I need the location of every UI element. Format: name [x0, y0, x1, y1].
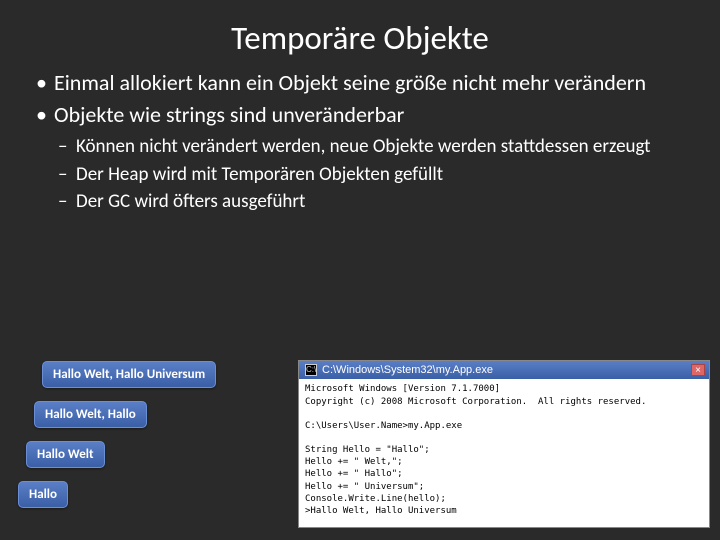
pill-hello-welt-hallo-universum: Hallo Welt, Hallo Universum — [42, 361, 216, 388]
subbullet-3: Der GC wird öfters ausgeführt — [58, 190, 684, 214]
console-line-5: Hello += " Welt,"; — [305, 457, 403, 467]
pill-hello-welt: Hallo Welt — [26, 441, 105, 468]
console-line-1: Microsoft Windows [Version 7.1.7000] — [305, 384, 500, 394]
bullet-2: Objekte wie strings sind unveränderbar K… — [36, 102, 684, 214]
close-icon[interactable]: × — [691, 364, 705, 376]
console-app-icon: C:\ — [305, 364, 317, 376]
console-line-3: C:\Users\User.Name>my.App.exe — [305, 421, 462, 431]
console-title-text: C:\Windows\System32\my.App.exe — [322, 364, 493, 376]
console-line-9: >Hallo Welt, Hallo Universum — [305, 506, 457, 516]
console-line-6: Hello += " Hallo"; — [305, 469, 403, 479]
slide-body: Einmal allokiert kann ein Objekt seine g… — [0, 70, 720, 214]
console-line-8: Console.Write.Line(hello); — [305, 494, 446, 504]
pill-hello-welt-hallo: Hallo Welt, Hallo — [34, 401, 147, 428]
lower-area: Hallo Welt, Hallo Universum Hallo Welt, … — [0, 328, 720, 528]
bullet-2-text: Objekte wie strings sind unveränderbar — [54, 101, 404, 128]
pill-hello: Hallo — [18, 481, 68, 508]
console-line-4: String Hello = "Hallo"; — [305, 445, 430, 455]
subbullet-1: Können nicht verändert werden, neue Obje… — [58, 135, 684, 159]
console-line-7: Hello += " Universum"; — [305, 482, 424, 492]
slide-title: Temporäre Objekte — [0, 0, 720, 70]
console-window: C:\ C:\Windows\System32\my.App.exe × Mic… — [298, 360, 710, 528]
console-titlebar: C:\ C:\Windows\System32\my.App.exe × — [299, 361, 709, 379]
bullet-1: Einmal allokiert kann ein Objekt seine g… — [36, 70, 684, 96]
console-line-2: Copyright (c) 2008 Microsoft Corporation… — [305, 397, 646, 407]
console-body: Microsoft Windows [Version 7.1.7000] Cop… — [299, 379, 709, 527]
subbullet-2: Der Heap wird mit Temporären Objekten ge… — [58, 163, 684, 187]
